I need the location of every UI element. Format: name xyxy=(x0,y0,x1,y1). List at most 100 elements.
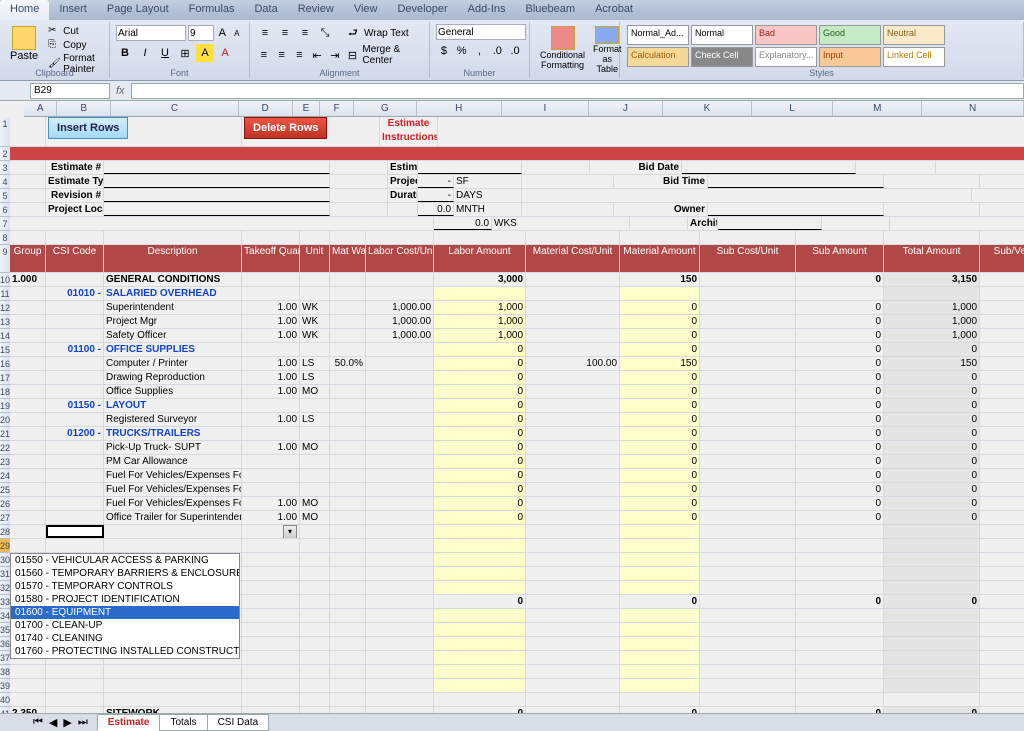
unit[interactable]: MO xyxy=(300,511,330,524)
cell[interactable] xyxy=(980,357,1024,370)
labor-cost[interactable] xyxy=(366,385,434,398)
waste[interactable] xyxy=(330,315,366,328)
labor-cost[interactable] xyxy=(366,469,434,482)
input-revision[interactable] xyxy=(104,189,330,202)
col-header-B[interactable]: B xyxy=(57,101,111,116)
item-desc[interactable]: Registered Surveyor xyxy=(104,413,242,426)
cell[interactable] xyxy=(980,497,1024,510)
qty[interactable]: 1.00 xyxy=(242,497,300,510)
mat-cost[interactable] xyxy=(526,413,620,426)
row-header-2[interactable]: 2 xyxy=(0,147,10,161)
labor-cost[interactable] xyxy=(366,483,434,496)
col-header-G[interactable]: G xyxy=(354,101,417,116)
sub-cost[interactable] xyxy=(700,455,796,468)
unit[interactable] xyxy=(300,483,330,496)
item-desc[interactable]: PM Car Allowance xyxy=(104,455,242,468)
align-center-button[interactable]: ≡ xyxy=(274,46,290,64)
merge-button[interactable]: ⊟ xyxy=(345,46,361,64)
input-architect[interactable] xyxy=(718,217,822,230)
labor-cost[interactable] xyxy=(366,511,434,524)
cell-style-calculation[interactable]: Calculation xyxy=(627,47,689,67)
qty[interactable]: 1.00 xyxy=(242,357,300,370)
item-desc[interactable]: Fuel For Vehicles/Expenses For SAFETY xyxy=(104,497,242,510)
cell-style-explanatory[interactable]: Explanatory... xyxy=(755,47,817,67)
dropdown-arrow[interactable]: ▾ xyxy=(283,525,297,538)
align-top-button[interactable]: ≡ xyxy=(256,24,274,42)
input-mnth[interactable]: 0.0 xyxy=(418,203,454,216)
cell-style-normalad[interactable]: Normal_Ad... xyxy=(627,25,689,45)
currency-button[interactable]: $ xyxy=(436,42,452,60)
cell[interactable] xyxy=(980,455,1024,468)
col-header-E[interactable]: E xyxy=(293,101,321,116)
unit[interactable]: MO xyxy=(300,385,330,398)
col-header-J[interactable]: J xyxy=(589,101,663,116)
font-color-button[interactable]: A xyxy=(216,44,234,62)
item-desc[interactable]: Office Supplies xyxy=(104,385,242,398)
row-header-14[interactable]: 14 xyxy=(0,329,10,343)
col-header-N[interactable]: N xyxy=(922,101,1024,116)
row-header-23[interactable]: 23 xyxy=(0,455,10,469)
waste[interactable]: 50.0% xyxy=(330,357,366,370)
tab-developer[interactable]: Developer xyxy=(387,0,457,20)
qty[interactable]: 1.00 xyxy=(242,511,300,524)
row-header-27[interactable]: 27 xyxy=(0,511,10,525)
dropdown-item[interactable]: 01760 - PROTECTING INSTALLED CONSTRUCTIO… xyxy=(11,645,239,658)
row-header-13[interactable]: 13 xyxy=(0,315,10,329)
cell[interactable] xyxy=(980,385,1024,398)
sub-cost[interactable] xyxy=(700,441,796,454)
row-header-26[interactable]: 26 xyxy=(0,497,10,511)
item-desc[interactable]: Fuel For Vehicles/Expenses For SUPT xyxy=(104,469,242,482)
unit[interactable]: LS xyxy=(300,357,330,370)
row-header-22[interactable]: 22 xyxy=(0,441,10,455)
tab-acrobat[interactable]: Acrobat xyxy=(585,0,643,20)
copy-button[interactable]: ⎘Copy xyxy=(46,38,103,52)
tab-nav-last[interactable]: ⏭ xyxy=(75,716,91,729)
tab-view[interactable]: View xyxy=(344,0,388,20)
sub-cost[interactable] xyxy=(700,469,796,482)
tab-nav-first[interactable]: ⏮ xyxy=(30,716,46,729)
name-box[interactable] xyxy=(30,83,110,99)
waste[interactable] xyxy=(330,455,366,468)
input-wks[interactable]: 0.0 xyxy=(434,217,492,230)
unit[interactable]: LS xyxy=(300,371,330,384)
waste[interactable] xyxy=(330,511,366,524)
project-name-input[interactable] xyxy=(10,147,1024,160)
tab-bluebeam[interactable]: Bluebeam xyxy=(516,0,586,20)
tab-nav-prev[interactable]: ◀ xyxy=(46,716,60,729)
cell-style-input[interactable]: Input xyxy=(819,47,881,67)
row-header-31[interactable]: 31 xyxy=(0,567,10,581)
col-header-C[interactable]: C xyxy=(111,101,239,116)
unit[interactable] xyxy=(300,469,330,482)
row-header-6[interactable]: 6 xyxy=(0,203,10,217)
csi-code[interactable]: 01200 - xyxy=(46,427,104,440)
tab-insert[interactable]: Insert xyxy=(49,0,97,20)
row-header-36[interactable]: 36 xyxy=(0,637,10,651)
grid[interactable]: Insert RowsDelete RowsEstimateInstructio… xyxy=(10,117,1024,713)
cell[interactable] xyxy=(980,315,1024,328)
qty[interactable]: 1.00 xyxy=(242,329,300,342)
row-header-4[interactable]: 4 xyxy=(0,175,10,189)
labor-cost[interactable]: 1,000.00 xyxy=(366,329,434,342)
unit[interactable]: LS xyxy=(300,413,330,426)
shrink-font-button[interactable]: A xyxy=(231,24,244,42)
col-header-K[interactable]: K xyxy=(663,101,752,116)
sheet-tab-csi-data[interactable]: CSI Data xyxy=(207,714,270,731)
align-right-button[interactable]: ≡ xyxy=(291,46,307,64)
cell[interactable] xyxy=(980,329,1024,342)
row-header-18[interactable]: 18 xyxy=(0,385,10,399)
csi-title[interactable]: SALARIED OVERHEAD xyxy=(104,287,242,300)
dropdown-item[interactable]: 01700 - CLEAN-UP xyxy=(11,619,239,632)
row-header-20[interactable]: 20 xyxy=(0,413,10,427)
cell[interactable] xyxy=(980,511,1024,524)
qty[interactable]: 1.00 xyxy=(242,413,300,426)
waste[interactable] xyxy=(330,329,366,342)
cut-button[interactable]: ✂Cut xyxy=(46,24,103,38)
row-header-29[interactable]: 29 xyxy=(0,539,10,553)
dropdown-item[interactable]: 01560 - TEMPORARY BARRIERS & ENCLOSURES xyxy=(11,567,239,580)
insert-rows-button[interactable]: Insert Rows xyxy=(48,117,128,139)
tab-data[interactable]: Data xyxy=(244,0,287,20)
input-bid-time[interactable] xyxy=(708,175,884,188)
input-duration[interactable]: - xyxy=(418,189,454,202)
labor-cost[interactable] xyxy=(366,413,434,426)
conditional-formatting-button[interactable]: Conditional Formatting xyxy=(536,24,589,76)
